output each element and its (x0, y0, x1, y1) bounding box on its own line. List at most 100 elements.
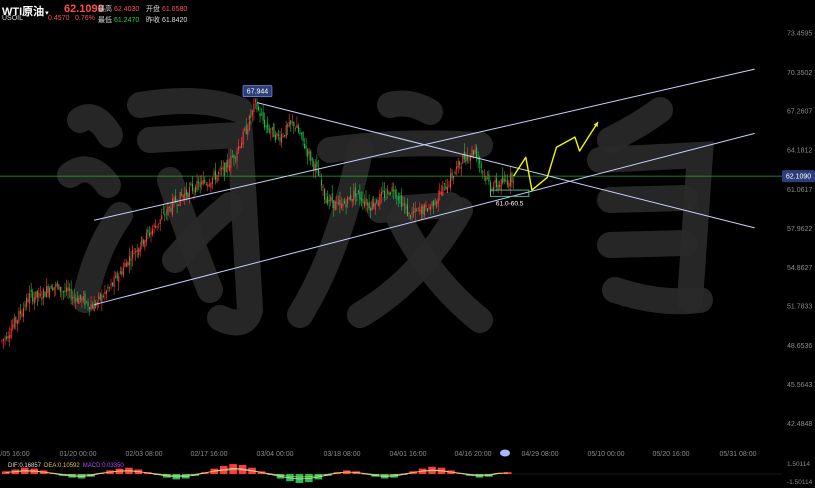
candle-body (190, 183, 192, 185)
candle-body (79, 294, 81, 300)
candle-body (476, 147, 478, 159)
price-change: 0.4570 (48, 15, 70, 22)
candle-body (92, 304, 94, 309)
candle-body (436, 201, 438, 207)
candle-body (291, 122, 293, 123)
candle-body (208, 184, 210, 186)
candle-body (64, 290, 66, 292)
candle-body (437, 198, 439, 204)
candle-body (443, 183, 445, 184)
candle-body (302, 131, 304, 142)
low-label: 最低 (98, 17, 112, 24)
candle-body (430, 206, 432, 210)
candle-body (19, 310, 21, 314)
candle-body (277, 134, 280, 136)
candle-body (251, 110, 253, 116)
candle-body (500, 179, 502, 190)
candle-body (164, 213, 166, 216)
candle-body (433, 200, 435, 207)
candle-body (241, 142, 243, 148)
time-tick-label: 04/16 20:00 (455, 451, 492, 458)
candle-body (454, 171, 456, 175)
candle-body (158, 223, 160, 225)
time-tick-label: 03/04 00:00 (257, 451, 294, 458)
candle-body (428, 207, 430, 209)
candle-body (133, 253, 135, 255)
price-chart[interactable]: 73.4595 70.3502 67.2607 64.1812 61.0617 57.96… (0, 0, 815, 488)
candle-body (373, 203, 375, 207)
candle-body (65, 287, 68, 293)
candle-body (236, 151, 238, 161)
candle-body (59, 286, 61, 292)
candle-body (320, 180, 323, 186)
candle-body (393, 189, 395, 192)
candle-body (399, 196, 401, 198)
price-tick-label: 42.4848 (787, 421, 812, 428)
time-tick-label: /05 16:00 (0, 451, 29, 458)
candle-body (405, 206, 407, 209)
candle-body (33, 297, 35, 304)
candle-body (136, 250, 138, 252)
candle-body (339, 199, 341, 205)
candle-body (22, 308, 25, 317)
candle-body (151, 229, 154, 235)
open-label: 开盘 (146, 6, 160, 13)
candle-body (188, 187, 190, 197)
candle-body (270, 131, 272, 133)
candle-body (148, 232, 150, 236)
candle-body (268, 128, 270, 133)
candle-body (52, 287, 54, 291)
price-change-pct: 0.76% (75, 15, 95, 22)
candle-body (385, 194, 387, 196)
candle-body (505, 179, 507, 181)
candle-body (128, 255, 131, 266)
candle-body (271, 127, 273, 131)
candle-body (377, 202, 379, 206)
candle-body (159, 219, 161, 225)
candle-body (440, 191, 442, 195)
candle-body (379, 194, 381, 206)
watermark-stroke (127, 88, 253, 123)
time-tick-label: 02/03 08:00 (126, 451, 163, 458)
macd-axis-top: 1.50114 (787, 461, 810, 468)
time-tick-label: 03/18 08:00 (324, 451, 361, 458)
candle-body (193, 190, 195, 192)
candle-body (422, 206, 424, 215)
candle-body (7, 336, 9, 338)
candle-body (410, 215, 412, 218)
candle-body (416, 210, 418, 212)
candle-body (473, 150, 475, 155)
time-tick-label: 04/01 16:00 (390, 451, 427, 458)
candle-body (509, 173, 511, 186)
candle-body (110, 283, 112, 285)
watermark-stroke (597, 230, 698, 258)
candle-body (322, 186, 324, 188)
candle-body (345, 204, 347, 208)
candle-body (221, 168, 223, 170)
candle-body (367, 202, 369, 206)
candle-body (310, 151, 312, 162)
candle-body (184, 193, 186, 199)
candle-body (359, 192, 361, 200)
candle-body (58, 284, 60, 290)
candle-body (403, 203, 405, 206)
candle-body (210, 182, 212, 188)
candle-body (426, 208, 429, 212)
candle-body (370, 208, 372, 211)
candle-body (225, 161, 227, 172)
candle-body (431, 201, 433, 206)
candle-body (116, 272, 118, 280)
candle-body (24, 304, 26, 307)
candle-body (35, 291, 37, 300)
candle-body (413, 211, 415, 213)
candle-body (230, 155, 232, 169)
candle-body (82, 296, 84, 300)
candle-body (73, 296, 75, 298)
candle-body (250, 116, 252, 118)
candle-body (244, 129, 246, 131)
candle-body (340, 203, 342, 209)
candle-body (207, 184, 209, 188)
candle-body (463, 151, 465, 160)
candle-body (145, 232, 147, 242)
candle-body (396, 195, 398, 197)
